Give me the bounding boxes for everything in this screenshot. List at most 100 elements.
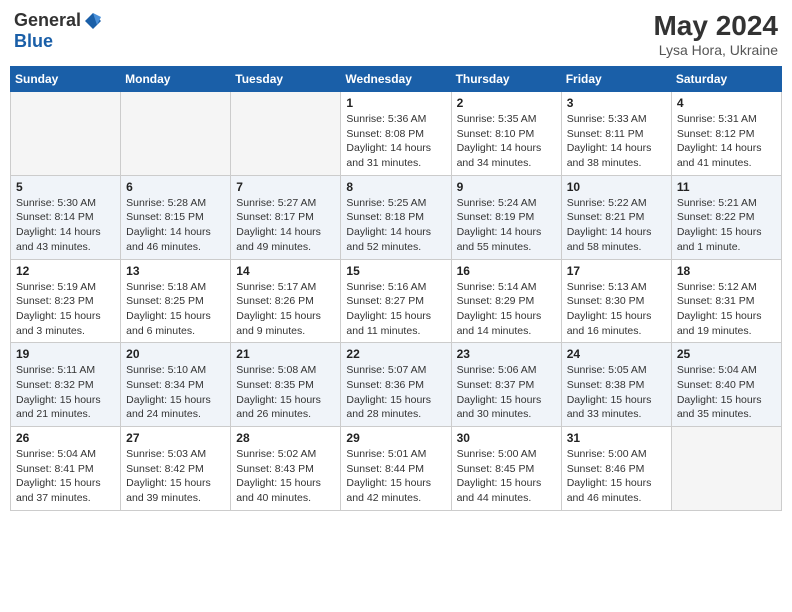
calendar-table: SundayMondayTuesdayWednesdayThursdayFrid… [10, 66, 782, 511]
day-info: Sunrise: 5:12 AM Sunset: 8:31 PM Dayligh… [677, 280, 776, 339]
day-info: Sunrise: 5:33 AM Sunset: 8:11 PM Dayligh… [567, 112, 666, 171]
day-number: 30 [457, 431, 556, 445]
day-number: 8 [346, 180, 445, 194]
page-header: General Blue May 2024 Lysa Hora, Ukraine [10, 10, 782, 58]
day-number: 20 [126, 347, 225, 361]
calendar-cell: 5 Sunrise: 5:30 AM Sunset: 8:14 PM Daylig… [11, 175, 121, 259]
calendar-cell: 9 Sunrise: 5:24 AM Sunset: 8:19 PM Daylig… [451, 175, 561, 259]
day-number: 2 [457, 96, 556, 110]
day-info: Sunrise: 5:14 AM Sunset: 8:29 PM Dayligh… [457, 280, 556, 339]
day-info: Sunrise: 5:19 AM Sunset: 8:23 PM Dayligh… [16, 280, 115, 339]
calendar-cell: 13Sunrise: 5:18 AM Sunset: 8:25 PM Dayli… [121, 259, 231, 343]
calendar-cell: 14 Sunrise: 5:17 AM Sunset: 8:26 PM Dayli… [231, 259, 341, 343]
day-info: Sunrise: 5:16 AM Sunset: 8:27 PM Dayligh… [346, 280, 445, 339]
weekday-header-sunday: Sunday [11, 67, 121, 92]
day-info: Sunrise: 5:28 AM Sunset: 8:15 PM Dayligh… [126, 196, 225, 255]
calendar-cell: 6 Sunrise: 5:28 AM Sunset: 8:15 PM Daylig… [121, 175, 231, 259]
day-number: 5 [16, 180, 115, 194]
day-info: Sunrise: 5:11 AM Sunset: 8:32 PM Dayligh… [16, 363, 115, 422]
week-row-1: 1 Sunrise: 5:36 AM Sunset: 8:08 PM Daylig… [11, 92, 782, 176]
day-info: Sunrise: 5:13 AM Sunset: 8:30 PM Dayligh… [567, 280, 666, 339]
weekday-header-saturday: Saturday [671, 67, 781, 92]
day-number: 13 [126, 264, 225, 278]
calendar-cell: 12 Sunrise: 5:19 AM Sunset: 8:23 PM Dayli… [11, 259, 121, 343]
calendar-cell: 31Sunrise: 5:00 AM Sunset: 8:46 PM Dayli… [561, 427, 671, 511]
day-number: 6 [126, 180, 225, 194]
day-number: 22 [346, 347, 445, 361]
day-info: Sunrise: 5:04 AM Sunset: 8:40 PM Dayligh… [677, 363, 776, 422]
calendar-cell: 29Sunrise: 5:01 AM Sunset: 8:44 PM Dayli… [341, 427, 451, 511]
calendar-cell: 2 Sunrise: 5:35 AM Sunset: 8:10 PM Daylig… [451, 92, 561, 176]
day-info: Sunrise: 5:35 AM Sunset: 8:10 PM Dayligh… [457, 112, 556, 171]
day-number: 12 [16, 264, 115, 278]
logo-general: General [14, 10, 81, 31]
day-info: Sunrise: 5:21 AM Sunset: 8:22 PM Dayligh… [677, 196, 776, 255]
day-number: 18 [677, 264, 776, 278]
day-number: 26 [16, 431, 115, 445]
day-info: Sunrise: 5:36 AM Sunset: 8:08 PM Dayligh… [346, 112, 445, 171]
day-info: Sunrise: 5:30 AM Sunset: 8:14 PM Dayligh… [16, 196, 115, 255]
day-info: Sunrise: 5:06 AM Sunset: 8:37 PM Dayligh… [457, 363, 556, 422]
calendar-cell: 15 Sunrise: 5:16 AM Sunset: 8:27 PM Dayli… [341, 259, 451, 343]
weekday-header-row: SundayMondayTuesdayWednesdayThursdayFrid… [11, 67, 782, 92]
day-number: 15 [346, 264, 445, 278]
day-number: 28 [236, 431, 335, 445]
day-info: Sunrise: 5:17 AM Sunset: 8:26 PM Dayligh… [236, 280, 335, 339]
calendar-cell [121, 92, 231, 176]
calendar-cell: 7Sunrise: 5:27 AM Sunset: 8:17 PM Daylig… [231, 175, 341, 259]
weekday-header-tuesday: Tuesday [231, 67, 341, 92]
week-row-5: 26 Sunrise: 5:04 AM Sunset: 8:41 PM Dayli… [11, 427, 782, 511]
calendar-cell: 25 Sunrise: 5:04 AM Sunset: 8:40 PM Dayli… [671, 343, 781, 427]
calendar-cell: 11 Sunrise: 5:21 AM Sunset: 8:22 PM Dayli… [671, 175, 781, 259]
calendar-cell [671, 427, 781, 511]
day-number: 14 [236, 264, 335, 278]
day-info: Sunrise: 5:10 AM Sunset: 8:34 PM Dayligh… [126, 363, 225, 422]
logo-icon [83, 11, 103, 31]
calendar-title: May 2024 [653, 10, 778, 42]
day-number: 25 [677, 347, 776, 361]
day-info: Sunrise: 5:07 AM Sunset: 8:36 PM Dayligh… [346, 363, 445, 422]
calendar-cell: 30 Sunrise: 5:00 AM Sunset: 8:45 PM Dayli… [451, 427, 561, 511]
day-info: Sunrise: 5:22 AM Sunset: 8:21 PM Dayligh… [567, 196, 666, 255]
day-number: 24 [567, 347, 666, 361]
day-info: Sunrise: 5:03 AM Sunset: 8:42 PM Dayligh… [126, 447, 225, 506]
weekday-header-friday: Friday [561, 67, 671, 92]
calendar-cell: 10Sunrise: 5:22 AM Sunset: 8:21 PM Dayli… [561, 175, 671, 259]
day-info: Sunrise: 5:05 AM Sunset: 8:38 PM Dayligh… [567, 363, 666, 422]
day-number: 16 [457, 264, 556, 278]
logo: General Blue [14, 10, 103, 52]
day-number: 19 [16, 347, 115, 361]
day-number: 4 [677, 96, 776, 110]
calendar-cell: 19 Sunrise: 5:11 AM Sunset: 8:32 PM Dayli… [11, 343, 121, 427]
day-number: 11 [677, 180, 776, 194]
day-info: Sunrise: 5:27 AM Sunset: 8:17 PM Dayligh… [236, 196, 335, 255]
week-row-2: 5 Sunrise: 5:30 AM Sunset: 8:14 PM Daylig… [11, 175, 782, 259]
day-info: Sunrise: 5:24 AM Sunset: 8:19 PM Dayligh… [457, 196, 556, 255]
calendar-subtitle: Lysa Hora, Ukraine [653, 42, 778, 58]
title-area: May 2024 Lysa Hora, Ukraine [653, 10, 778, 58]
calendar-cell: 1 Sunrise: 5:36 AM Sunset: 8:08 PM Daylig… [341, 92, 451, 176]
calendar-cell: 17 Sunrise: 5:13 AM Sunset: 8:30 PM Dayli… [561, 259, 671, 343]
day-number: 21 [236, 347, 335, 361]
day-info: Sunrise: 5:08 AM Sunset: 8:35 PM Dayligh… [236, 363, 335, 422]
day-info: Sunrise: 5:25 AM Sunset: 8:18 PM Dayligh… [346, 196, 445, 255]
week-row-3: 12 Sunrise: 5:19 AM Sunset: 8:23 PM Dayli… [11, 259, 782, 343]
day-number: 3 [567, 96, 666, 110]
weekday-header-thursday: Thursday [451, 67, 561, 92]
week-row-4: 19 Sunrise: 5:11 AM Sunset: 8:32 PM Dayli… [11, 343, 782, 427]
calendar-cell [11, 92, 121, 176]
day-number: 31 [567, 431, 666, 445]
calendar-cell: 23 Sunrise: 5:06 AM Sunset: 8:37 PM Dayli… [451, 343, 561, 427]
calendar-cell: 28Sunrise: 5:02 AM Sunset: 8:43 PM Dayli… [231, 427, 341, 511]
day-number: 1 [346, 96, 445, 110]
day-info: Sunrise: 5:31 AM Sunset: 8:12 PM Dayligh… [677, 112, 776, 171]
day-number: 17 [567, 264, 666, 278]
day-number: 23 [457, 347, 556, 361]
day-info: Sunrise: 5:01 AM Sunset: 8:44 PM Dayligh… [346, 447, 445, 506]
logo-blue: Blue [14, 31, 53, 51]
day-number: 27 [126, 431, 225, 445]
day-info: Sunrise: 5:04 AM Sunset: 8:41 PM Dayligh… [16, 447, 115, 506]
day-info: Sunrise: 5:00 AM Sunset: 8:45 PM Dayligh… [457, 447, 556, 506]
day-number: 9 [457, 180, 556, 194]
weekday-header-wednesday: Wednesday [341, 67, 451, 92]
